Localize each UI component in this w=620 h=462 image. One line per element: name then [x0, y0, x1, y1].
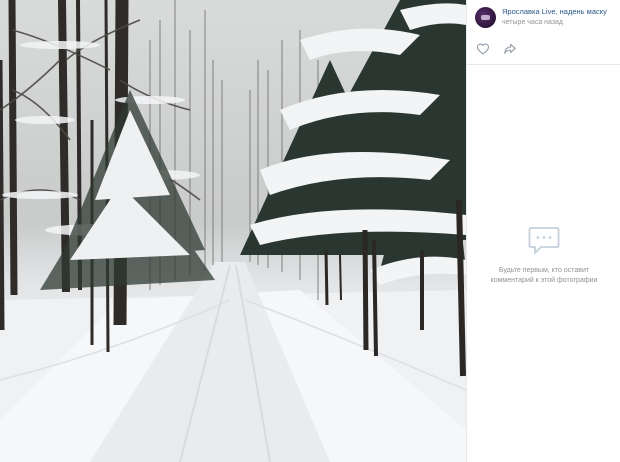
author-link[interactable]: Ярославка Live, надень маску	[502, 6, 607, 17]
author-avatar[interactable]	[475, 6, 496, 28]
post-photo[interactable]	[0, 0, 466, 462]
post-sidebar: Ярославка Live, надень маску четыре часа…	[466, 0, 620, 462]
heart-outline-icon[interactable]	[476, 42, 490, 56]
photo-viewer: Ярославка Live, надень маску четыре часа…	[0, 0, 620, 462]
snowy-forest-photo	[0, 0, 466, 462]
comment-bubble-icon	[528, 227, 560, 254]
post-meta: Ярославка Live, надень маску четыре часа…	[502, 6, 607, 28]
avatar-logo-icon	[481, 14, 490, 20]
post-header: Ярославка Live, надень маску четыре часа…	[467, 0, 620, 33]
comments-empty-state: Будьте первым, кто оставит комментарий к…	[467, 225, 620, 286]
post-actions	[467, 33, 620, 65]
post-time[interactable]: четыре часа назад	[502, 17, 607, 28]
comments-empty-text: Будьте первым, кто оставит комментарий к…	[490, 267, 598, 284]
share-arrow-icon[interactable]	[503, 42, 517, 56]
